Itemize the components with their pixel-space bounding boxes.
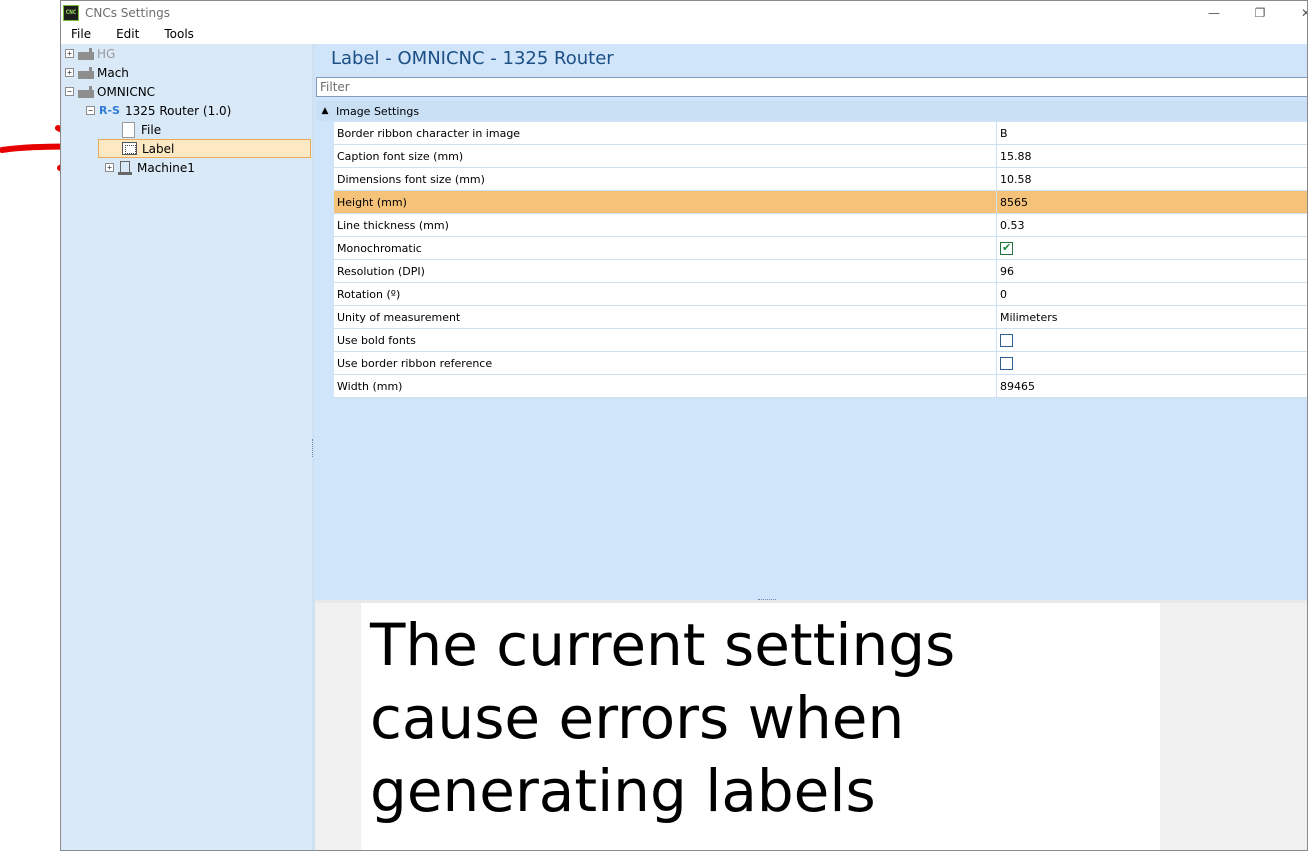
property-value[interactable]: 0.53 <box>997 214 1307 236</box>
tree-item-label: Label <box>142 141 175 156</box>
error-message: The current settings cause errors when g… <box>370 609 1150 828</box>
tree-item-omnicnc[interactable]: − OMNICNC <box>65 82 155 101</box>
app-logo-icon: CNC <box>63 4 79 21</box>
menu-tools[interactable]: Tools <box>160 27 203 41</box>
property-row[interactable]: Use border ribbon reference <box>334 352 1307 375</box>
message-line: cause errors when <box>370 684 905 752</box>
menu-bar: File Edit Tools <box>61 24 1307 44</box>
menu-edit[interactable]: Edit <box>112 27 148 41</box>
property-row[interactable]: Resolution (DPI) 96 <box>334 260 1307 283</box>
property-row[interactable]: Monochromatic <box>334 237 1307 260</box>
tree-item-label: Machine1 <box>137 160 195 175</box>
tree-pane: + HG + Mach − OMNICNC − R-S 1325 Router … <box>61 44 312 850</box>
splitter-grip-icon[interactable] <box>758 599 776 602</box>
property-name: Border ribbon character in image <box>334 122 997 144</box>
property-name: Unity of measurement <box>334 306 997 328</box>
filter-input[interactable] <box>316 77 1307 97</box>
maximize-button[interactable]: ❐ <box>1237 1 1283 24</box>
router-icon: R-S <box>99 104 120 117</box>
tree-item-file[interactable]: File <box>122 120 161 139</box>
panel-title: Label - OMNICNC - 1325 Router <box>331 48 614 69</box>
tree-item-mach[interactable]: + Mach <box>65 63 129 82</box>
property-name: Width (mm) <box>334 375 997 397</box>
property-row[interactable]: Dimensions font size (mm) 10.58 <box>334 168 1307 191</box>
property-value <box>997 237 1307 259</box>
window-title: CNCs Settings <box>85 5 171 20</box>
property-row[interactable]: Line thickness (mm) 0.53 <box>334 214 1307 237</box>
property-name: Line thickness (mm) <box>334 214 997 236</box>
title-bar: CNC CNCs Settings — ❐ ✕ <box>61 1 1307 24</box>
property-value[interactable]: B <box>997 122 1307 144</box>
machine-icon <box>118 160 132 175</box>
category-label: Image Settings <box>336 104 420 118</box>
collapse-icon[interactable]: − <box>86 106 95 115</box>
description-pane: The current settings cause errors when g… <box>315 603 1307 850</box>
properties-pane: Label - OMNICNC - 1325 Router ▲ Image Se… <box>315 44 1307 600</box>
label-icon <box>122 142 137 155</box>
property-value[interactable]: 10.58 <box>997 168 1307 190</box>
property-value[interactable]: 89465 <box>997 375 1307 397</box>
factory-icon <box>78 47 94 60</box>
menu-file[interactable]: File <box>67 27 100 41</box>
minimize-button[interactable]: — <box>1191 1 1237 24</box>
message-line: generating labels <box>370 757 876 825</box>
property-value[interactable]: 0 <box>997 283 1307 305</box>
property-row[interactable]: Border ribbon character in image B <box>334 122 1307 145</box>
message-line: The current settings <box>370 611 956 679</box>
category-image-settings[interactable]: ▲ Image Settings <box>316 101 1307 121</box>
factory-icon <box>78 85 94 98</box>
property-name: Use border ribbon reference <box>334 352 997 374</box>
factory-icon <box>78 66 94 79</box>
monochromatic-checkbox[interactable] <box>1000 241 1013 255</box>
property-name: Caption font size (mm) <box>334 145 997 167</box>
property-value <box>997 329 1307 351</box>
property-value[interactable]: 96 <box>997 260 1307 282</box>
tree-item-label: HG <box>97 46 116 61</box>
collapse-icon[interactable]: − <box>65 87 74 96</box>
property-row[interactable]: Unity of measurement Milimeters <box>334 306 1307 329</box>
property-name: Use bold fonts <box>334 329 997 351</box>
tree-item-label: 1325 Router (1.0) <box>124 103 232 118</box>
property-row[interactable]: Caption font size (mm) 15.88 <box>334 145 1307 168</box>
file-icon <box>122 121 135 138</box>
chevron-up-icon[interactable]: ▲ <box>318 106 332 116</box>
property-value[interactable]: Milimeters <box>997 306 1307 328</box>
property-value[interactable]: 8565 <box>997 191 1307 213</box>
expand-icon[interactable]: + <box>105 163 114 172</box>
property-value <box>997 352 1307 374</box>
app-window: CNC CNCs Settings — ❐ ✕ File Edit Tools … <box>60 0 1308 851</box>
expand-icon[interactable]: + <box>65 49 74 58</box>
tree-item-machine1[interactable]: + Machine1 <box>105 158 195 177</box>
message-box: The current settings cause errors when g… <box>361 603 1160 850</box>
tree-item-label: OMNICNC <box>97 84 156 99</box>
property-name: Height (mm) <box>334 191 997 213</box>
property-row[interactable]: Use bold fonts <box>334 329 1307 352</box>
property-value[interactable]: 15.88 <box>997 145 1307 167</box>
tree-item-label: Mach <box>97 65 129 80</box>
use-border-ribbon-checkbox[interactable] <box>1000 356 1013 370</box>
property-name: Dimensions font size (mm) <box>334 168 997 190</box>
property-row[interactable]: Width (mm) 89465 <box>334 375 1307 398</box>
property-row-selected[interactable]: Height (mm) 8565 <box>334 191 1307 214</box>
tree-item-1325-router[interactable]: − R-S 1325 Router (1.0) <box>86 101 231 120</box>
tree-item-label-selected[interactable]: Label <box>98 139 311 158</box>
close-button[interactable]: ✕ <box>1283 1 1307 24</box>
property-name: Rotation (º) <box>334 283 997 305</box>
tree-item-label: File <box>141 122 162 137</box>
use-bold-fonts-checkbox[interactable] <box>1000 333 1013 347</box>
expand-icon[interactable]: + <box>65 68 74 77</box>
property-row[interactable]: Rotation (º) 0 <box>334 283 1307 306</box>
property-name: Monochromatic <box>334 237 997 259</box>
property-grid: Border ribbon character in image B Capti… <box>334 122 1307 398</box>
property-name: Resolution (DPI) <box>334 260 997 282</box>
tree-item-hg[interactable]: + HG <box>65 44 115 63</box>
